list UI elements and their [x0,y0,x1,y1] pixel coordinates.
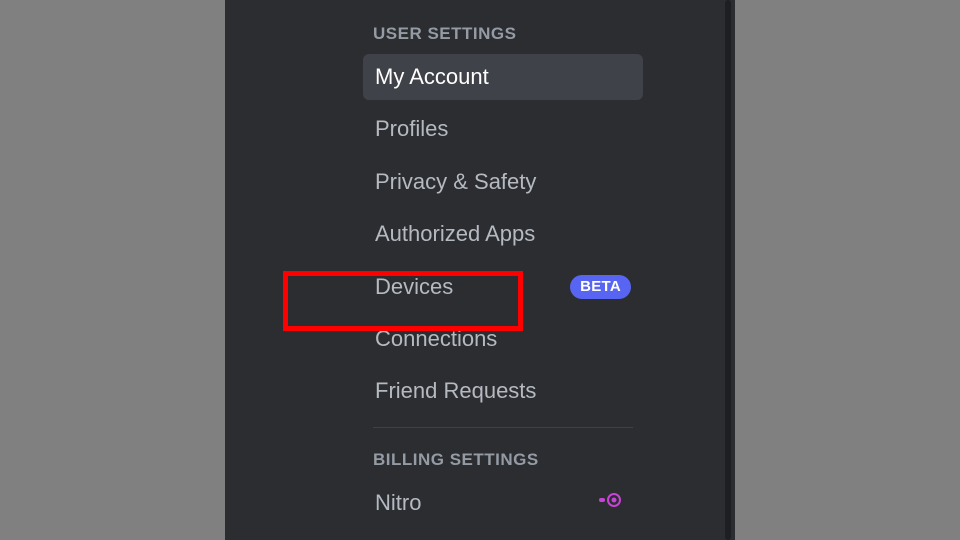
sidebar-item-friend-requests[interactable]: Friend Requests [363,368,643,414]
sidebar-item-label: My Account [375,64,489,90]
beta-badge: BETA [570,275,631,299]
sidebar-item-my-account[interactable]: My Account [363,54,643,100]
sidebar-item-label: Authorized Apps [375,221,535,247]
section-header-user-settings: USER SETTINGS [363,18,703,54]
settings-sidebar: USER SETTINGS My Account Profiles Privac… [363,18,703,526]
settings-panel: USER SETTINGS My Account Profiles Privac… [225,0,735,540]
sidebar-item-label: Connections [375,326,497,352]
sidebar-item-nitro[interactable]: Nitro [363,480,643,526]
scrollbar[interactable] [725,0,731,540]
sidebar-item-label: Friend Requests [375,378,536,404]
sidebar-item-label: Profiles [375,116,448,142]
section-separator [373,427,633,428]
sidebar-item-authorized-apps[interactable]: Authorized Apps [363,211,643,257]
sidebar-item-privacy-safety[interactable]: Privacy & Safety [363,159,643,205]
sidebar-item-label: Privacy & Safety [375,169,536,195]
sidebar-item-devices[interactable]: Devices BETA [363,264,643,310]
sidebar-item-label: Devices [375,274,453,300]
nitro-icon [599,492,621,513]
sidebar-item-label: Nitro [375,490,421,516]
sidebar-item-profiles[interactable]: Profiles [363,106,643,152]
sidebar-item-connections[interactable]: Connections [363,316,643,362]
section-header-billing-settings: BILLING SETTINGS [363,444,703,480]
